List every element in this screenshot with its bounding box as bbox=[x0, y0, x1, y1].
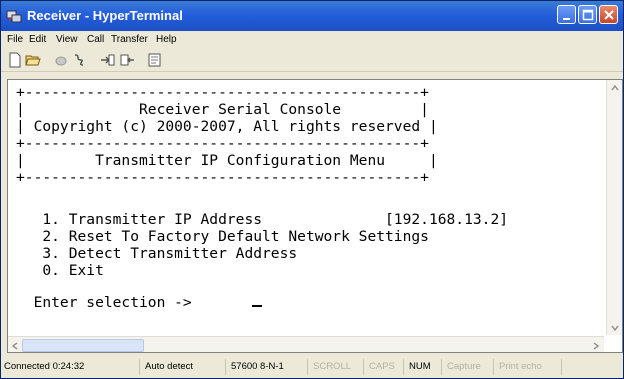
arrow-down-icon bbox=[611, 325, 619, 332]
scroll-thumb[interactable] bbox=[22, 339, 144, 352]
terminal-line: 2. Reset To Factory Default Network Sett… bbox=[16, 228, 429, 245]
terminal-line: | Copyright (c) 2000-2007, All rights re… bbox=[16, 118, 438, 135]
menu-view[interactable]: View bbox=[56, 34, 78, 45]
menu-edit[interactable]: Edit bbox=[29, 34, 46, 45]
terminal-area[interactable]: +---------------------------------------… bbox=[7, 79, 623, 353]
status-bar: Connected 0:24:32 Auto detect 57600 8-N-… bbox=[1, 356, 623, 378]
maximize-icon bbox=[582, 9, 594, 21]
close-button[interactable] bbox=[599, 5, 618, 24]
terminal-screen[interactable]: +---------------------------------------… bbox=[8, 80, 604, 335]
status-capture: Capture bbox=[441, 359, 493, 375]
open-icon[interactable] bbox=[25, 52, 41, 68]
terminal-line: +---------------------------------------… bbox=[16, 135, 429, 152]
terminal-line: 1. Transmitter IP Address [192.168.13.2] bbox=[16, 211, 509, 228]
status-print-echo: Print echo bbox=[493, 359, 561, 375]
title-bar[interactable]: Receiver - HyperTerminal bbox=[1, 1, 623, 31]
menu-bar: File Edit View Call Transfer Help bbox=[1, 31, 623, 49]
status-scroll: SCROLL bbox=[307, 359, 363, 375]
call-icon[interactable] bbox=[71, 52, 87, 68]
status-params: 57600 8-N-1 bbox=[225, 359, 307, 375]
status-empty-pane bbox=[561, 359, 621, 375]
scroll-right-button[interactable] bbox=[589, 338, 603, 352]
status-detect: Auto detect bbox=[139, 359, 225, 375]
window-title: Receiver - HyperTerminal bbox=[27, 8, 183, 23]
horizontal-scrollbar[interactable] bbox=[8, 336, 604, 352]
terminal-line: | Receiver Serial Console | bbox=[16, 101, 429, 118]
vertical-scrollbar[interactable] bbox=[606, 80, 622, 335]
terminal-line: +---------------------------------------… bbox=[16, 84, 429, 101]
terminal-line: | Transmitter IP Configuration Menu | bbox=[16, 152, 438, 169]
text-cursor bbox=[252, 305, 262, 307]
scroll-up-button[interactable] bbox=[608, 80, 622, 94]
menu-transfer[interactable]: Transfer bbox=[111, 34, 148, 45]
status-num: NUM bbox=[403, 359, 441, 375]
minimize-icon bbox=[563, 18, 570, 20]
scroll-left-button[interactable] bbox=[8, 338, 22, 352]
status-caps: CAPS bbox=[363, 359, 403, 375]
hyperterminal-icon bbox=[6, 10, 22, 23]
properties-icon[interactable] bbox=[147, 52, 163, 68]
status-connected: Connected 0:24:32 bbox=[4, 361, 85, 372]
terminal-line: 0. Exit bbox=[16, 262, 104, 279]
toolbar bbox=[1, 49, 623, 72]
close-icon bbox=[604, 10, 614, 20]
menu-file[interactable]: File bbox=[7, 34, 23, 45]
terminal-line: +---------------------------------------… bbox=[16, 169, 429, 186]
minimize-button[interactable] bbox=[557, 5, 576, 24]
terminal-prompt: Enter selection -> bbox=[16, 294, 192, 311]
scroll-down-button[interactable] bbox=[608, 320, 622, 334]
hyperterminal-window: Receiver - HyperTerminal File Edit View … bbox=[0, 0, 624, 379]
menu-call[interactable]: Call bbox=[87, 34, 104, 45]
new-icon[interactable] bbox=[7, 52, 23, 68]
disconnect-icon[interactable] bbox=[53, 52, 69, 68]
arrow-right-icon bbox=[593, 342, 600, 350]
menu-help[interactable]: Help bbox=[156, 34, 177, 45]
terminal-line: 3. Detect Transmitter Address bbox=[16, 245, 298, 262]
send-icon[interactable] bbox=[99, 52, 115, 68]
arrow-left-icon bbox=[11, 342, 18, 350]
maximize-button[interactable] bbox=[578, 5, 597, 24]
arrow-up-icon bbox=[611, 84, 619, 91]
receive-icon[interactable] bbox=[119, 52, 135, 68]
